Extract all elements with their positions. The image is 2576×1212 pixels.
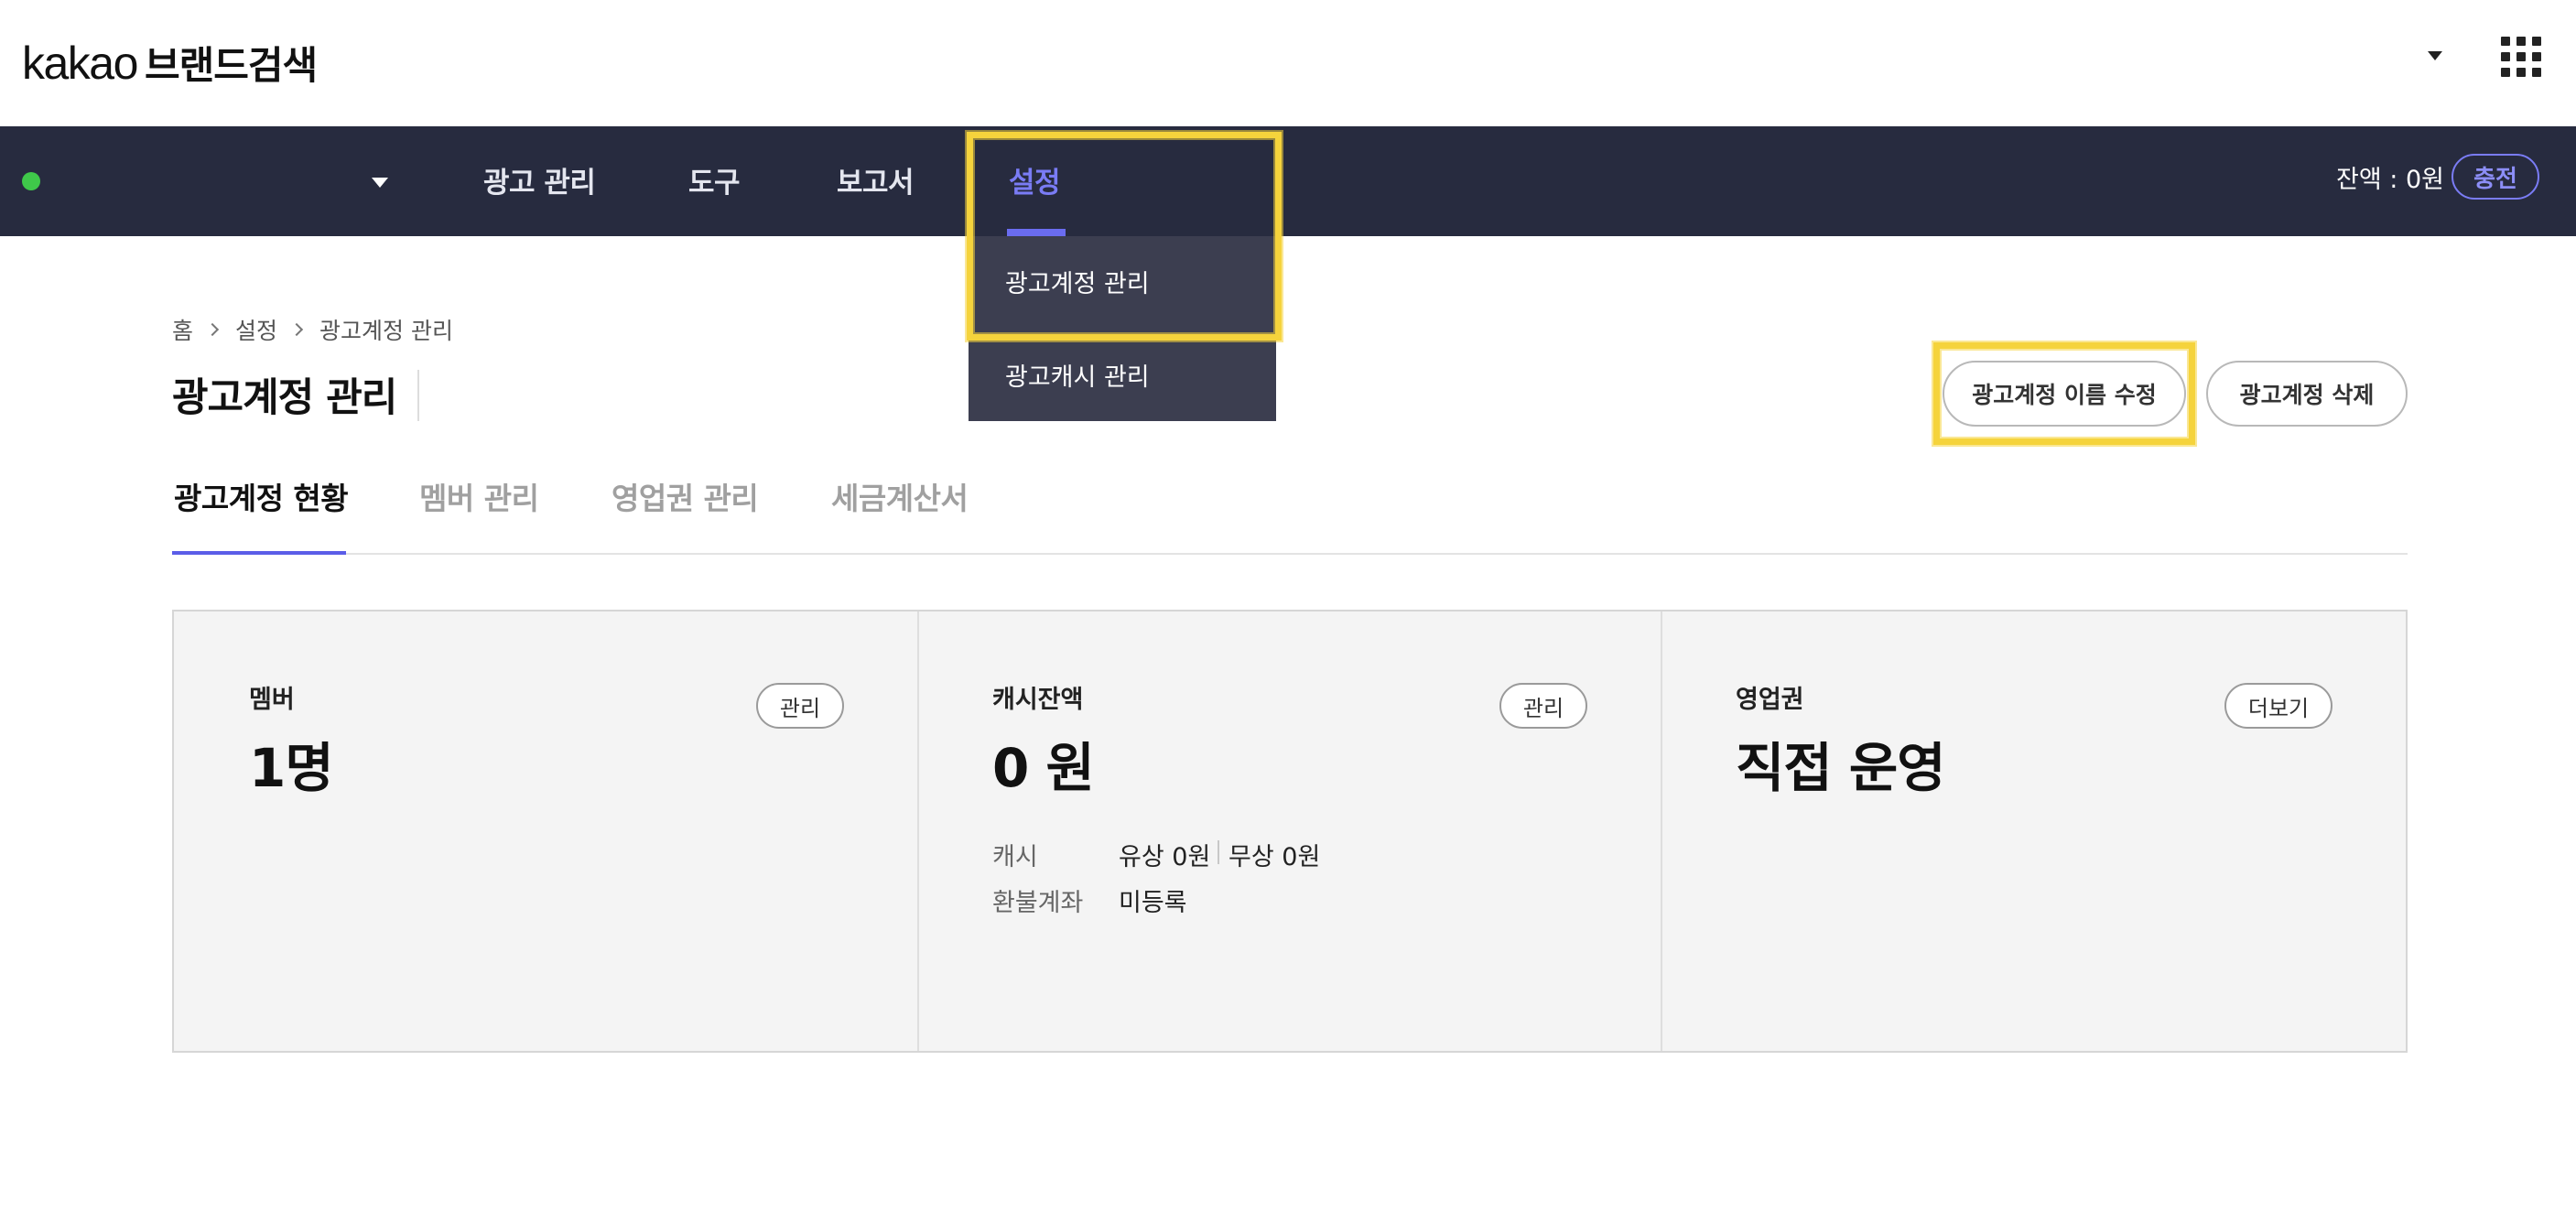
top-header: kakao 브랜드검색 (0, 0, 2576, 126)
member-manage-button[interactable]: 관리 (756, 683, 844, 729)
business-operation-value: 직접 운영 (1736, 737, 1946, 799)
nav-item-ad-management[interactable]: 광고 관리 (483, 159, 596, 200)
card-divider (917, 611, 919, 1051)
balance-text: 잔액 : 0원 (2336, 166, 2444, 194)
nav-active-indicator (1007, 229, 1066, 236)
rename-account-button[interactable]: 광고계정 이름 수정 (1943, 361, 2186, 427)
logo-service-name: 브랜드검색 (144, 43, 318, 88)
caret-down-icon[interactable] (2428, 51, 2442, 60)
cash-manage-button[interactable]: 관리 (1499, 683, 1587, 729)
apps-grid-icon[interactable] (2501, 37, 2541, 77)
charge-button[interactable]: 충전 (2452, 154, 2539, 200)
cash-detail-label: 캐시 (992, 843, 1038, 871)
nav-item-tools[interactable]: 도구 (688, 159, 741, 200)
member-card-label: 멤버 (249, 686, 295, 714)
business-card-label: 영업권 (1736, 686, 1804, 714)
account-summary-panel: 멤버 1명 관리 캐시잔액 0 원 관리 캐시 유상 0원 무상 0원 환불계좌… (172, 610, 2408, 1053)
cash-card-label: 캐시잔액 (992, 686, 1084, 714)
tab-member-management[interactable]: 멤버 관리 (419, 474, 539, 518)
refund-account-value: 미등록 (1119, 889, 1187, 917)
tab-business-rights[interactable]: 영업권 관리 (612, 474, 759, 518)
breadcrumb-home[interactable]: 홈 (172, 313, 193, 346)
tabs-divider (172, 553, 2408, 555)
nav-item-reports[interactable]: 보고서 (837, 159, 915, 200)
tab-tax-invoice[interactable]: 세금계산서 (831, 474, 969, 518)
main-nav: 광고 관리 도구 보고서 설정 잔액 : 0원 충전 (0, 126, 2576, 236)
free-cash-value: 무상 0원 (1228, 843, 1321, 871)
delete-account-button[interactable]: 광고계정 삭제 (2206, 361, 2408, 427)
dropdown-item-cash-management[interactable]: 광고캐시 관리 (1005, 357, 1150, 393)
business-more-button[interactable]: 더보기 (2224, 683, 2332, 729)
nav-item-settings[interactable]: 설정 (1009, 159, 1061, 200)
logo[interactable]: kakao 브랜드검색 (22, 35, 318, 91)
title-divider (417, 370, 419, 421)
status-dot-icon (22, 172, 40, 190)
breadcrumb-settings[interactable]: 설정 (235, 313, 277, 346)
cash-balance-value: 0 원 (992, 737, 1095, 799)
card-divider (1661, 611, 1662, 1051)
breadcrumb: 홈 설정 광고계정 관리 (172, 313, 453, 346)
chevron-right-icon (205, 322, 220, 337)
breadcrumb-current: 광고계정 관리 (319, 318, 453, 344)
detail-separator (1218, 840, 1219, 864)
dropdown-item-account-management[interactable]: 광고계정 관리 (1005, 264, 1150, 299)
settings-dropdown: 광고계정 관리 광고캐시 관리 (969, 236, 1276, 421)
refund-account-label: 환불계좌 (992, 889, 1084, 917)
account-selector-caret-icon[interactable] (372, 178, 388, 188)
chevron-right-icon (289, 322, 304, 337)
logo-brand: kakao (22, 38, 138, 89)
tab-account-status[interactable]: 광고계정 현황 (174, 474, 349, 518)
page-title: 광고계정 관리 (172, 375, 397, 421)
tab-active-indicator (172, 551, 346, 555)
member-count-value: 1명 (249, 737, 334, 799)
paid-cash-value: 유상 0원 (1119, 843, 1211, 871)
